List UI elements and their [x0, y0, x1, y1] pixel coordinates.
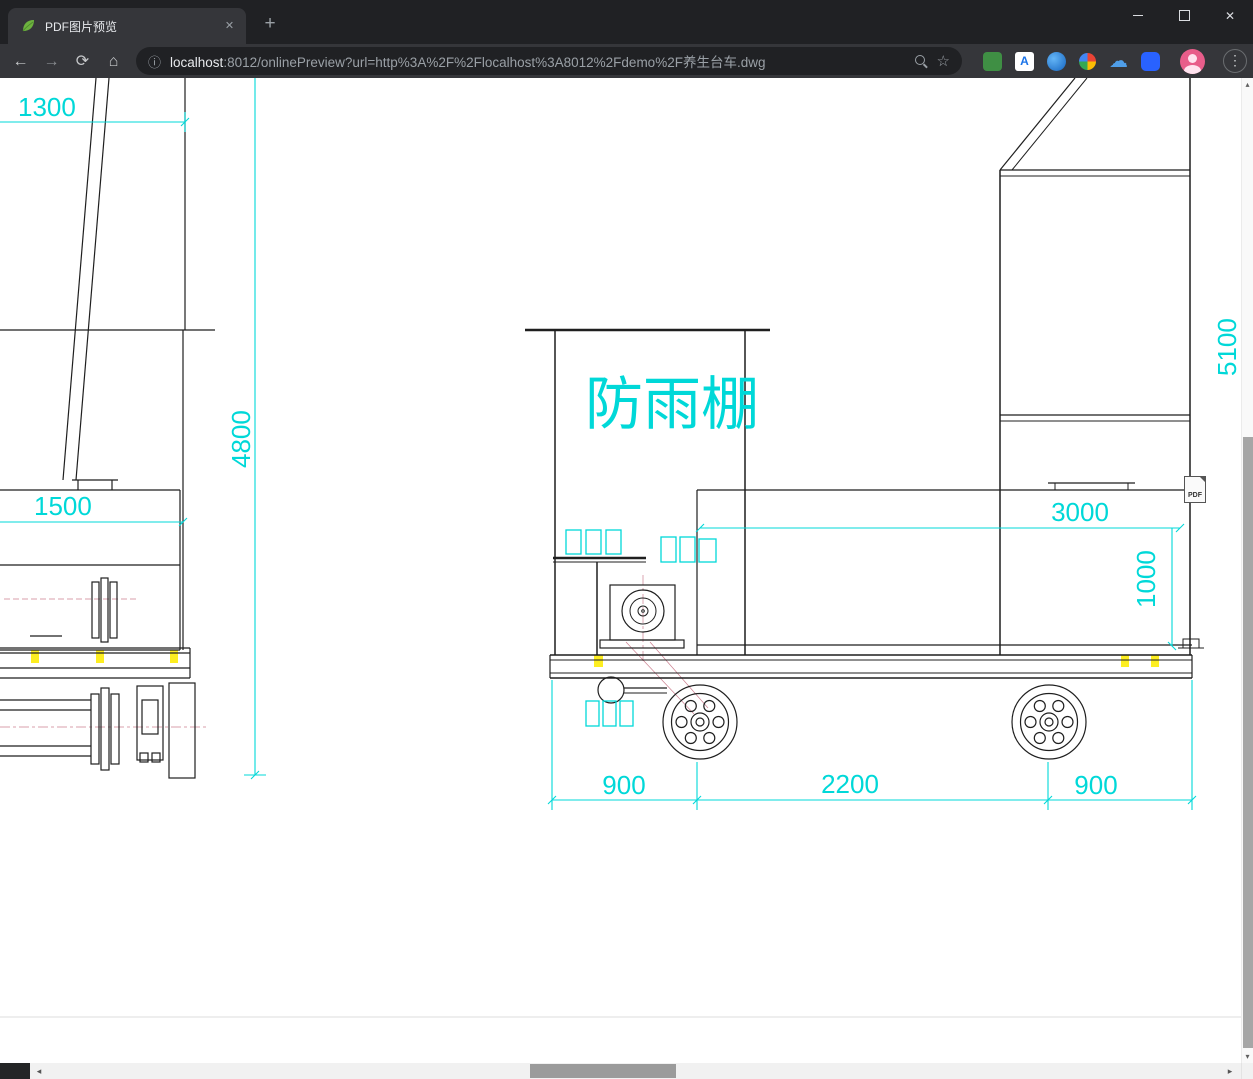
new-tab-button[interactable]: + — [257, 12, 283, 38]
magnifier-glyph — [914, 55, 925, 65]
zoom-icon[interactable] — [913, 53, 929, 69]
avatar-figure — [1188, 53, 1197, 63]
extensions-row: A ☁ — [983, 51, 1160, 72]
tab-bar: PDF图片预览 ✕ + ✕ — [0, 0, 1253, 44]
dim-4800: 4800 — [226, 410, 256, 468]
minimize-icon — [1133, 15, 1143, 16]
bed-dimensions — [695, 523, 1185, 651]
tab-close-icon[interactable]: ✕ — [221, 18, 238, 35]
window-controls: ✕ — [1115, 0, 1253, 31]
scroll-right-icon[interactable]: ▸ — [1223, 1063, 1237, 1079]
extension-icon-green[interactable] — [983, 51, 1002, 71]
vertical-scrollbar[interactable]: ▴ ▾ — [1241, 78, 1253, 1063]
extension-icon-translate[interactable]: A — [1015, 51, 1034, 71]
cyan-callout-boxes — [565, 529, 717, 727]
dim-1300: 1300 — [18, 92, 76, 122]
pdf-badge-label: PDF — [1188, 492, 1202, 499]
url-text: localhost:8012/onlinePreview?url=http%3A… — [170, 51, 905, 71]
scroll-down-icon[interactable]: ▾ — [1242, 1050, 1253, 1063]
browser-toolbar: ← → ⟳ ⌂ ⓘ localhost:8012/onlinePreview?u… — [0, 44, 1253, 78]
url-host: localhost — [170, 55, 224, 70]
scroll-left-icon[interactable]: ◂ — [32, 1063, 46, 1079]
scrollbar-dark-block — [0, 1063, 30, 1079]
back-button[interactable]: ← — [8, 49, 33, 74]
page-info-icon[interactable]: ⓘ — [148, 52, 161, 71]
dim-1500: 1500 — [34, 491, 92, 521]
left-side-view — [0, 78, 215, 779]
highlight-marks — [31, 650, 1159, 667]
extension-icon-blue[interactable] — [1141, 51, 1160, 71]
vertical-scrollbar-thumb[interactable] — [1243, 437, 1253, 1048]
construction-lines — [0, 575, 709, 728]
cad-drawing: 1300 4800 1500 防雨棚 3000 1000 5100 900 22… — [0, 78, 1241, 1018]
dim-3000: 3000 — [1051, 497, 1109, 527]
wheel-middle — [662, 684, 738, 760]
dim-900-right: 900 — [1074, 770, 1117, 800]
page-fold-icon — [1199, 476, 1206, 483]
browser-menu-icon[interactable]: ⋮ — [1223, 49, 1247, 73]
tab-title: PDF图片预览 — [45, 19, 118, 34]
rain-shelter-label: 防雨棚 — [585, 372, 759, 437]
url-path: :8012/onlinePreview?url=http%3A%2F%2Floc… — [223, 55, 766, 70]
dim-5100: 5100 — [1212, 318, 1241, 376]
right-tower-view — [999, 78, 1191, 655]
horizontal-scrollbar-thumb[interactable] — [530, 1064, 676, 1078]
maximize-icon — [1178, 10, 1190, 21]
extension-icon-colorful[interactable] — [1079, 52, 1096, 70]
forward-button[interactable]: → — [39, 49, 64, 74]
scrollbar-corner — [1241, 1063, 1253, 1079]
scroll-up-icon[interactable]: ▴ — [1242, 78, 1253, 91]
address-bar[interactable]: ⓘ localhost:8012/onlinePreview?url=http%… — [136, 47, 962, 75]
profile-avatar[interactable] — [1180, 48, 1205, 74]
refresh-button[interactable]: ⟳ — [70, 49, 95, 74]
extension-icon-blue-circle[interactable] — [1047, 51, 1066, 71]
dim-900-left: 900 — [602, 770, 645, 800]
spring-leaf-favicon — [20, 18, 36, 34]
maximize-button[interactable] — [1161, 0, 1207, 31]
horizontal-scrollbar[interactable]: ◂ ▸ — [0, 1063, 1241, 1079]
wheel-right — [1011, 684, 1087, 760]
minimize-button[interactable] — [1115, 0, 1161, 31]
browser-window: PDF图片预览 ✕ + ✕ ← → ⟳ ⌂ ⓘ localhost:8012/o… — [0, 0, 1253, 1079]
extension-icon-cloud[interactable]: ☁ — [1109, 51, 1128, 72]
pdf-file-icon[interactable]: PDF — [1184, 476, 1206, 503]
close-button[interactable]: ✕ — [1207, 0, 1253, 31]
bookmark-star-icon[interactable]: ☆ — [937, 52, 950, 70]
dwg-preview-canvas: 1300 4800 1500 防雨棚 3000 1000 5100 900 22… — [0, 78, 1241, 1063]
browser-tab[interactable]: PDF图片预览 ✕ — [8, 8, 246, 44]
dim-1000: 1000 — [1131, 550, 1161, 608]
home-button[interactable]: ⌂ — [101, 49, 126, 74]
dim-2200: 2200 — [821, 769, 879, 799]
